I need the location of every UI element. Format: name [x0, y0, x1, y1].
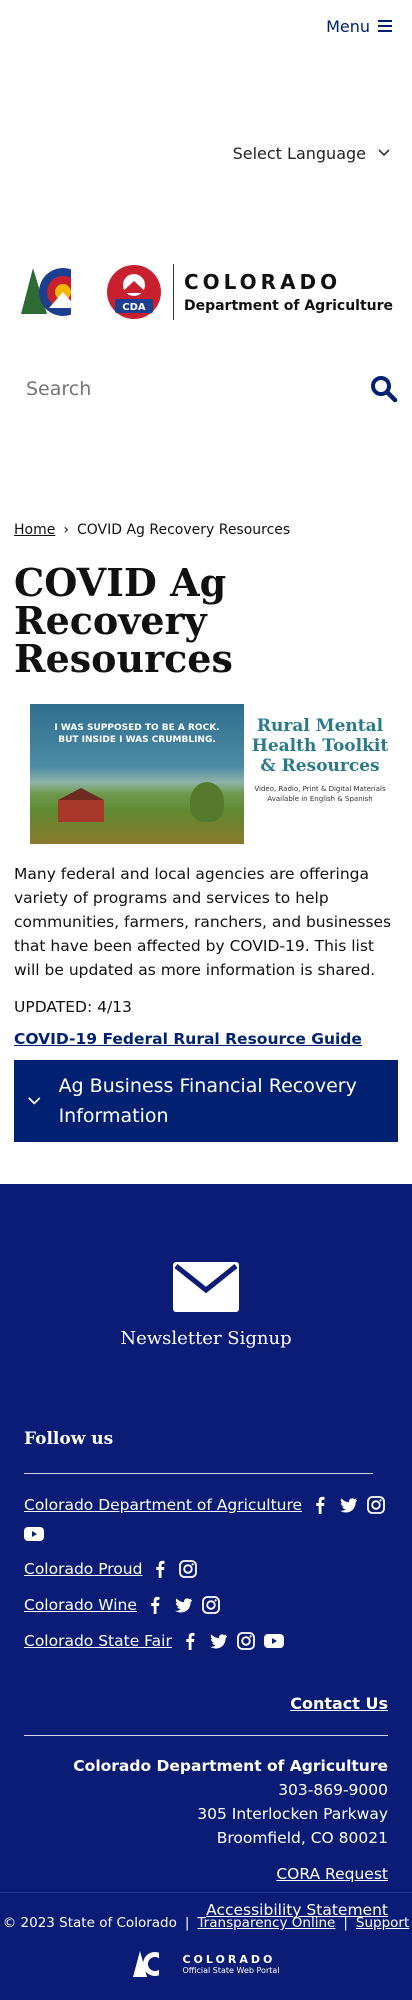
accordion-label: Ag Business Financial Recovery Informati…: [58, 1075, 357, 1127]
search-input[interactable]: [26, 378, 326, 400]
twitter-icon[interactable]: [173, 1595, 193, 1615]
chevron-down-icon: [378, 149, 390, 157]
youtube-icon[interactable]: [24, 1524, 44, 1544]
updated-date: UPDATED: 4/13: [14, 998, 132, 1016]
colorado-c-logo-icon: [20, 266, 95, 318]
footer-city: Broomfield, CO 80021: [216, 1829, 388, 1847]
follow-heading: Follow us: [24, 1429, 114, 1449]
instagram-icon[interactable]: [366, 1495, 386, 1515]
social-row-colorado-proud: Colorado Proud: [24, 1558, 388, 1580]
language-bar: Select Language: [0, 52, 412, 232]
footer-bottom-bar: © 2023 State of Colorado | Transparency …: [0, 1892, 412, 2000]
menu-label: Menu: [326, 16, 370, 36]
footer-phone: 303-869-9000: [278, 1781, 388, 1799]
contact-us-link[interactable]: Contact Us: [290, 1694, 388, 1713]
header-logo[interactable]: CDA COLORADO Department of Agriculture: [0, 232, 412, 352]
state-portal-logo[interactable]: COLORADO Official State Web Portal: [0, 1949, 412, 1979]
state-logo-tagline: Official State Web Portal: [182, 1966, 280, 1975]
twitter-icon[interactable]: [338, 1495, 358, 1515]
newsletter-label: Newsletter Signup: [120, 1328, 292, 1349]
farm-landscape-image: I WAS SUPPOSED TO BE A ROCK. BUT INSIDE …: [30, 704, 244, 844]
cda-badge-icon: CDA: [106, 265, 161, 319]
separator: |: [343, 1915, 348, 1931]
envelope-icon: [173, 1262, 239, 1312]
colorado-proud-link[interactable]: Colorado Proud: [24, 1558, 142, 1580]
facebook-icon[interactable]: [310, 1495, 330, 1515]
logo-word-colorado: COLORADO: [183, 270, 342, 294]
transparency-online-link[interactable]: Transparency Online: [197, 1915, 335, 1931]
accordion-ag-business-financial[interactable]: Ag Business Financial Recovery Informati…: [14, 1060, 398, 1142]
instagram-icon[interactable]: [178, 1559, 198, 1579]
menu-button[interactable]: Menu: [326, 17, 392, 36]
support-link[interactable]: Support: [356, 1915, 409, 1931]
language-select[interactable]: Select Language: [233, 144, 390, 163]
breadcrumb-current: COVID Ag Recovery Resources: [76, 522, 291, 538]
breadcrumb-home-link[interactable]: Home: [14, 522, 55, 538]
youtube-icon[interactable]: [263, 1631, 284, 1651]
cora-request-link[interactable]: CORA Request: [24, 1862, 388, 1886]
breadcrumb: Home › COVID Ag Recovery Resources: [0, 518, 412, 542]
footer-legal-line: © 2023 State of Colorado | Transparency …: [0, 1915, 412, 1931]
hamburger-icon: [378, 20, 392, 32]
facebook-icon[interactable]: [180, 1631, 200, 1651]
intro-paragraph: Many federal and local agencies are offe…: [14, 865, 392, 979]
search-icon[interactable]: [370, 375, 398, 403]
banner-quote: I WAS SUPPOSED TO BE A ROCK. BUT INSIDE …: [54, 723, 220, 745]
cda-badge-text: CDA: [122, 302, 146, 313]
facebook-icon[interactable]: [145, 1595, 165, 1615]
colorado-wine-link[interactable]: Colorado Wine: [24, 1594, 137, 1616]
banner-subtitle: Video, Radio, Print & Digital Materials …: [254, 785, 386, 803]
twitter-icon[interactable]: [208, 1631, 228, 1651]
divider: [24, 1735, 388, 1736]
social-row-colorado-state-fair: Colorado State Fair: [24, 1630, 388, 1652]
page-title: COVID Ag Recovery Resources: [14, 560, 233, 681]
divider: [24, 1473, 373, 1474]
social-row-colorado-wine: Colorado Wine: [24, 1594, 388, 1616]
mental-health-toolkit-banner[interactable]: I WAS SUPPOSED TO BE A ROCK. BUT INSIDE …: [16, 704, 396, 844]
federal-resource-guide-link[interactable]: COVID-19 Federal Rural Resource Guide: [14, 1030, 362, 1048]
barn-graphic: [58, 788, 104, 822]
colorado-state-fair-link[interactable]: Colorado State Fair: [24, 1630, 172, 1652]
newsletter-signup[interactable]: Newsletter Signup: [0, 1184, 412, 1349]
separator: |: [184, 1915, 190, 1931]
state-logo-word: COLORADO: [182, 1953, 276, 1966]
logo-divider: [172, 264, 174, 320]
contact-section: Contact Us Colorado Department of Agricu…: [0, 1694, 412, 1922]
tree-graphic: [190, 782, 224, 822]
cda-link[interactable]: Colorado Department of Agriculture: [24, 1494, 302, 1516]
banner-title: Rural Mental Health Toolkit & Resources: [251, 716, 389, 776]
chevron-down-icon: [28, 1097, 41, 1105]
instagram-icon[interactable]: [236, 1631, 256, 1651]
guide-paragraph: COVID-19 Federal Rural Resource Guide: [0, 1030, 412, 1048]
top-bar: Menu: [0, 0, 412, 52]
footer-street: 305 Interlocken Parkway: [197, 1805, 388, 1823]
social-row-cda: Colorado Department of Agriculture: [24, 1494, 388, 1544]
colorado-state-logo-icon: [133, 1951, 173, 1977]
facebook-icon[interactable]: [150, 1559, 170, 1579]
instagram-icon[interactable]: [201, 1595, 221, 1615]
footer-org-name: Colorado Department of Agriculture: [73, 1757, 388, 1775]
logo-word-department: Department of Agriculture: [183, 298, 394, 314]
banner-text: Rural Mental Health Toolkit & Resources …: [244, 704, 396, 844]
language-label: Select Language: [232, 143, 366, 163]
breadcrumb-separator: ›: [63, 522, 69, 538]
search-bar: [0, 352, 412, 426]
site-footer: Newsletter Signup Follow us Colorado Dep…: [0, 1184, 412, 2000]
copyright-text: © 2023 State of Colorado: [2, 1915, 177, 1931]
follow-us-section: Follow us Colorado Department of Agricul…: [0, 1429, 412, 1652]
